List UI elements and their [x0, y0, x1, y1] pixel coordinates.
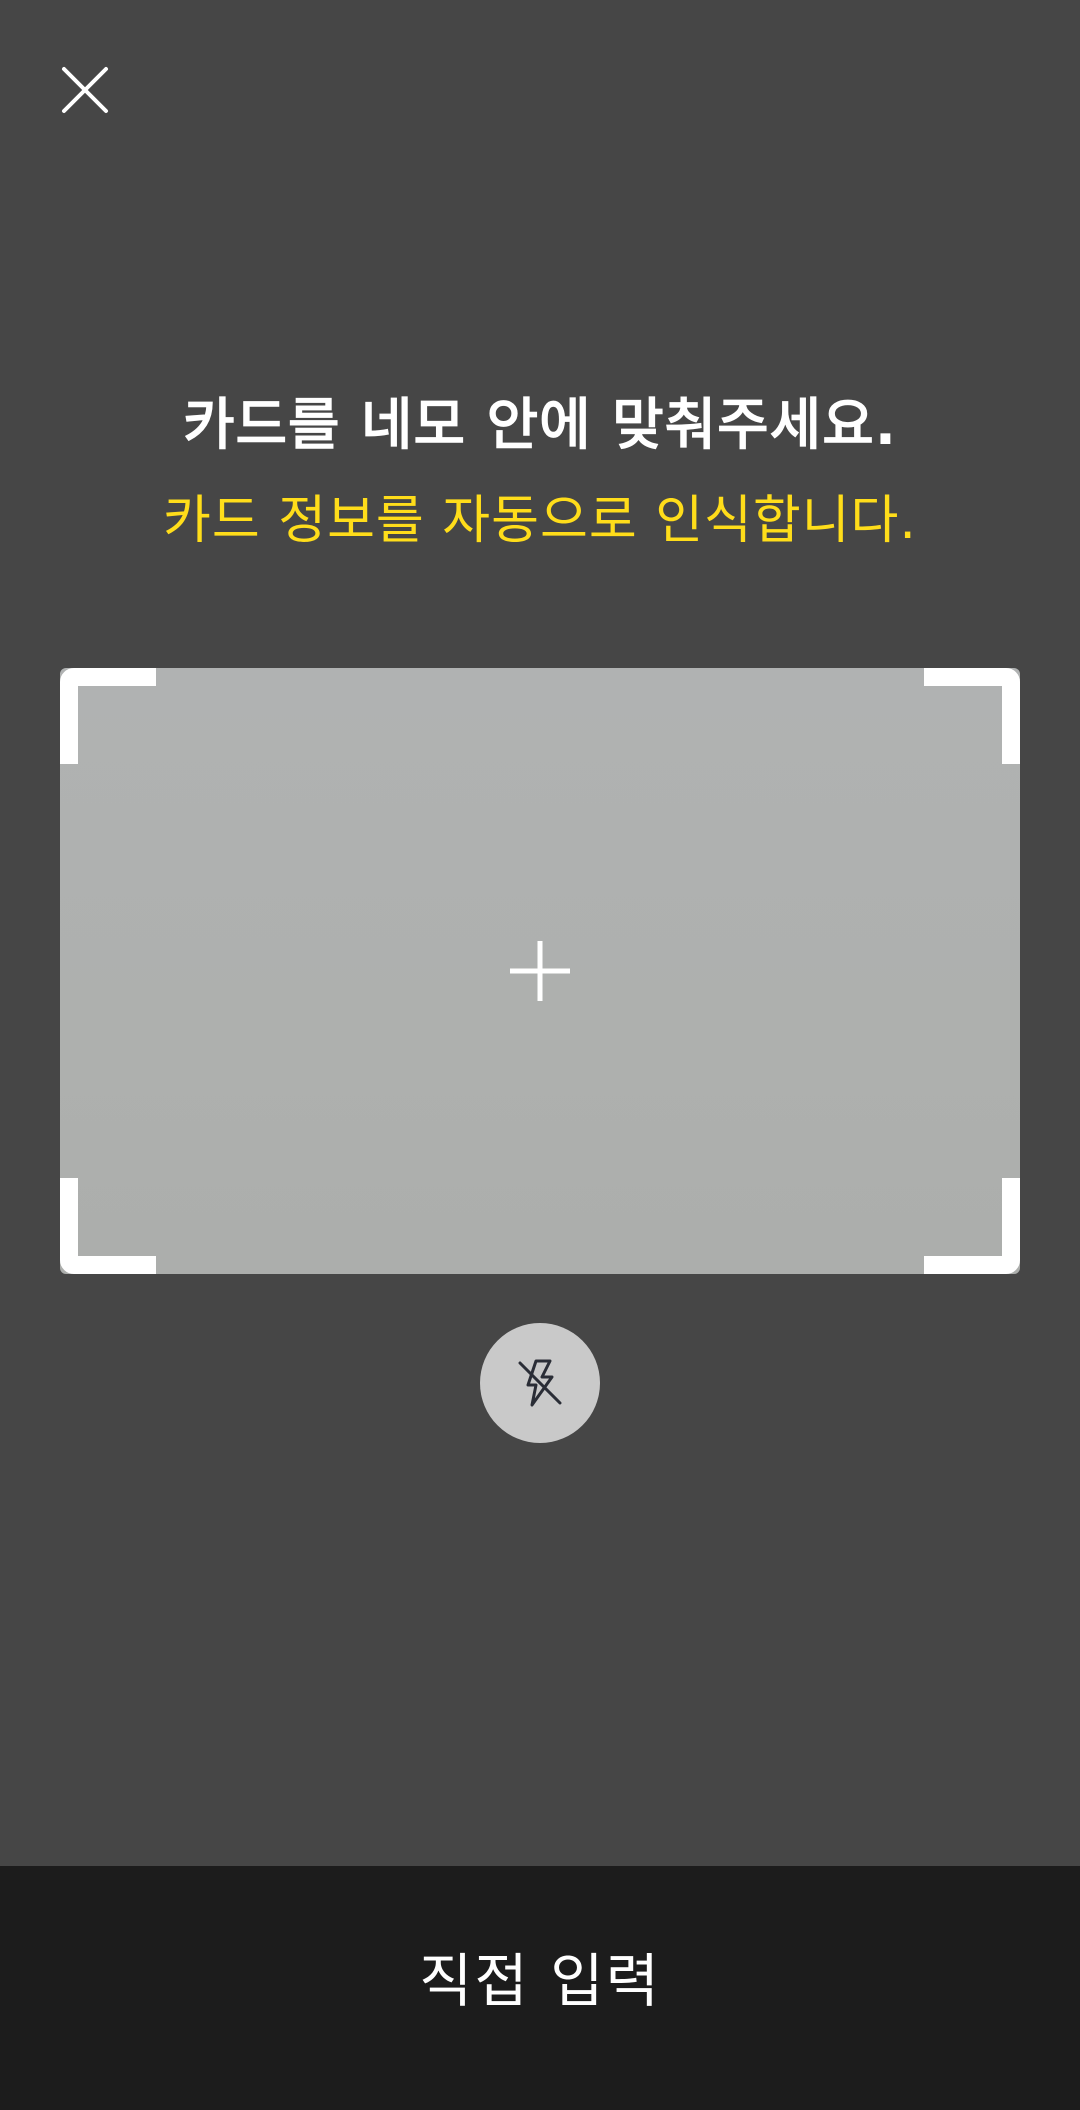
manual-entry-label: 직접 입력 [419, 1947, 661, 2015]
frame-corner-top-right [924, 668, 1020, 764]
frame-corner-bottom-left [60, 1178, 156, 1274]
card-scan-screen: 카드를 네모 안에 맞춰주세요. 카드 정보를 자동으로 인식합니다. 직접 입… [0, 0, 1080, 2110]
flash-off-icon [518, 1359, 562, 1407]
scan-frame-overlay [60, 668, 1020, 1274]
frame-corner-bottom-right [924, 1178, 1020, 1274]
plus-icon [510, 941, 570, 1001]
scan-title: 카드를 네모 안에 맞춰주세요. [182, 393, 897, 458]
flash-toggle-button[interactable] [480, 1323, 600, 1443]
close-button[interactable] [50, 55, 120, 125]
manual-entry-button[interactable]: 직접 입력 [0, 1866, 1080, 2110]
frame-corner-top-left [60, 668, 156, 764]
close-icon [62, 67, 108, 113]
scan-subtitle: 카드 정보를 자동으로 인식합니다. [163, 491, 917, 551]
